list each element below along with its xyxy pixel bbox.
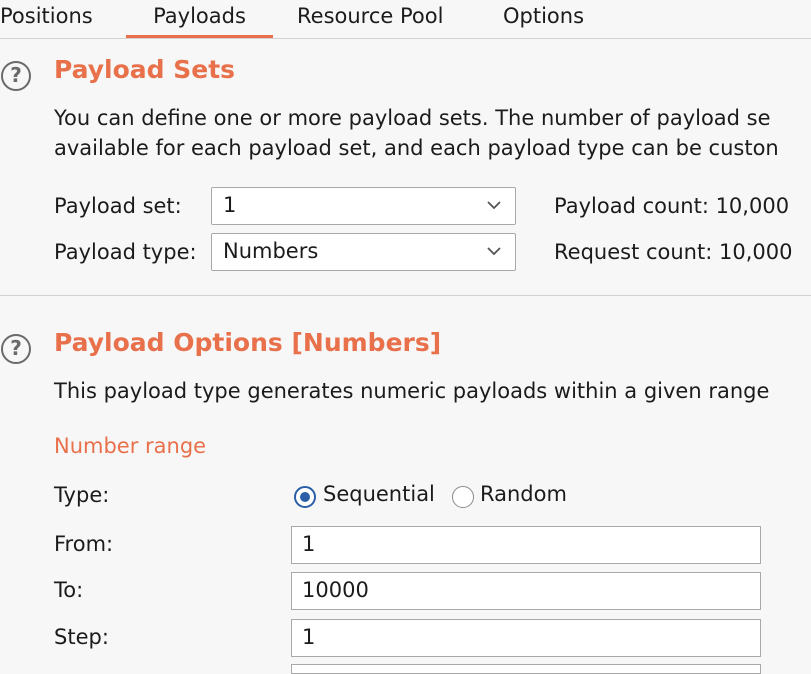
radio-sequential-label[interactable]: Sequential bbox=[323, 482, 435, 506]
to-field[interactable]: 10000 bbox=[291, 572, 761, 610]
to-label: To: bbox=[54, 578, 84, 602]
number-range-heading: Number range bbox=[54, 434, 207, 458]
payload-set-select[interactable]: 1 bbox=[211, 187, 516, 225]
tab-resource-pool[interactable]: Resource Pool bbox=[297, 0, 443, 38]
help-icon[interactable]: ? bbox=[1, 61, 31, 91]
payload-set-value: 1 bbox=[223, 193, 237, 217]
chevron-down-icon bbox=[487, 247, 501, 256]
from-field[interactable]: 1 bbox=[291, 526, 761, 564]
payload-type-label: Payload type: bbox=[54, 240, 197, 264]
chevron-down-icon bbox=[487, 201, 501, 210]
next-field-partial[interactable] bbox=[291, 664, 761, 674]
help-icon[interactable]: ? bbox=[1, 334, 31, 364]
radio-random-label[interactable]: Random bbox=[480, 482, 567, 506]
payload-set-label: Payload set: bbox=[54, 194, 182, 218]
step-label: Step: bbox=[54, 625, 109, 649]
radio-sequential[interactable] bbox=[294, 486, 316, 508]
tab-positions[interactable]: Positions bbox=[0, 0, 93, 38]
payload-count: Payload count: 10,000 bbox=[554, 194, 790, 218]
step-field[interactable]: 1 bbox=[291, 619, 761, 657]
payload-type-select[interactable]: Numbers bbox=[211, 233, 516, 271]
tab-payloads[interactable]: Payloads bbox=[126, 0, 273, 38]
request-count: Request count: 10,000 bbox=[554, 240, 793, 264]
radio-random[interactable] bbox=[452, 486, 474, 508]
tab-options[interactable]: Options bbox=[503, 0, 584, 38]
from-label: From: bbox=[54, 532, 114, 556]
payload-sets-description-line2: available for each payload set, and each… bbox=[54, 136, 779, 160]
payload-type-value: Numbers bbox=[223, 239, 319, 263]
tab-bar: Positions Payloads Resource Pool Options bbox=[0, 0, 811, 39]
section-divider bbox=[0, 295, 811, 296]
payload-options-description: This payload type generates numeric payl… bbox=[54, 379, 770, 403]
type-label: Type: bbox=[54, 483, 110, 507]
payload-options-title: Payload Options [Numbers] bbox=[54, 328, 442, 357]
payload-sets-title: Payload Sets bbox=[54, 55, 236, 84]
payload-sets-description-line1: You can define one or more payload sets.… bbox=[54, 106, 771, 130]
